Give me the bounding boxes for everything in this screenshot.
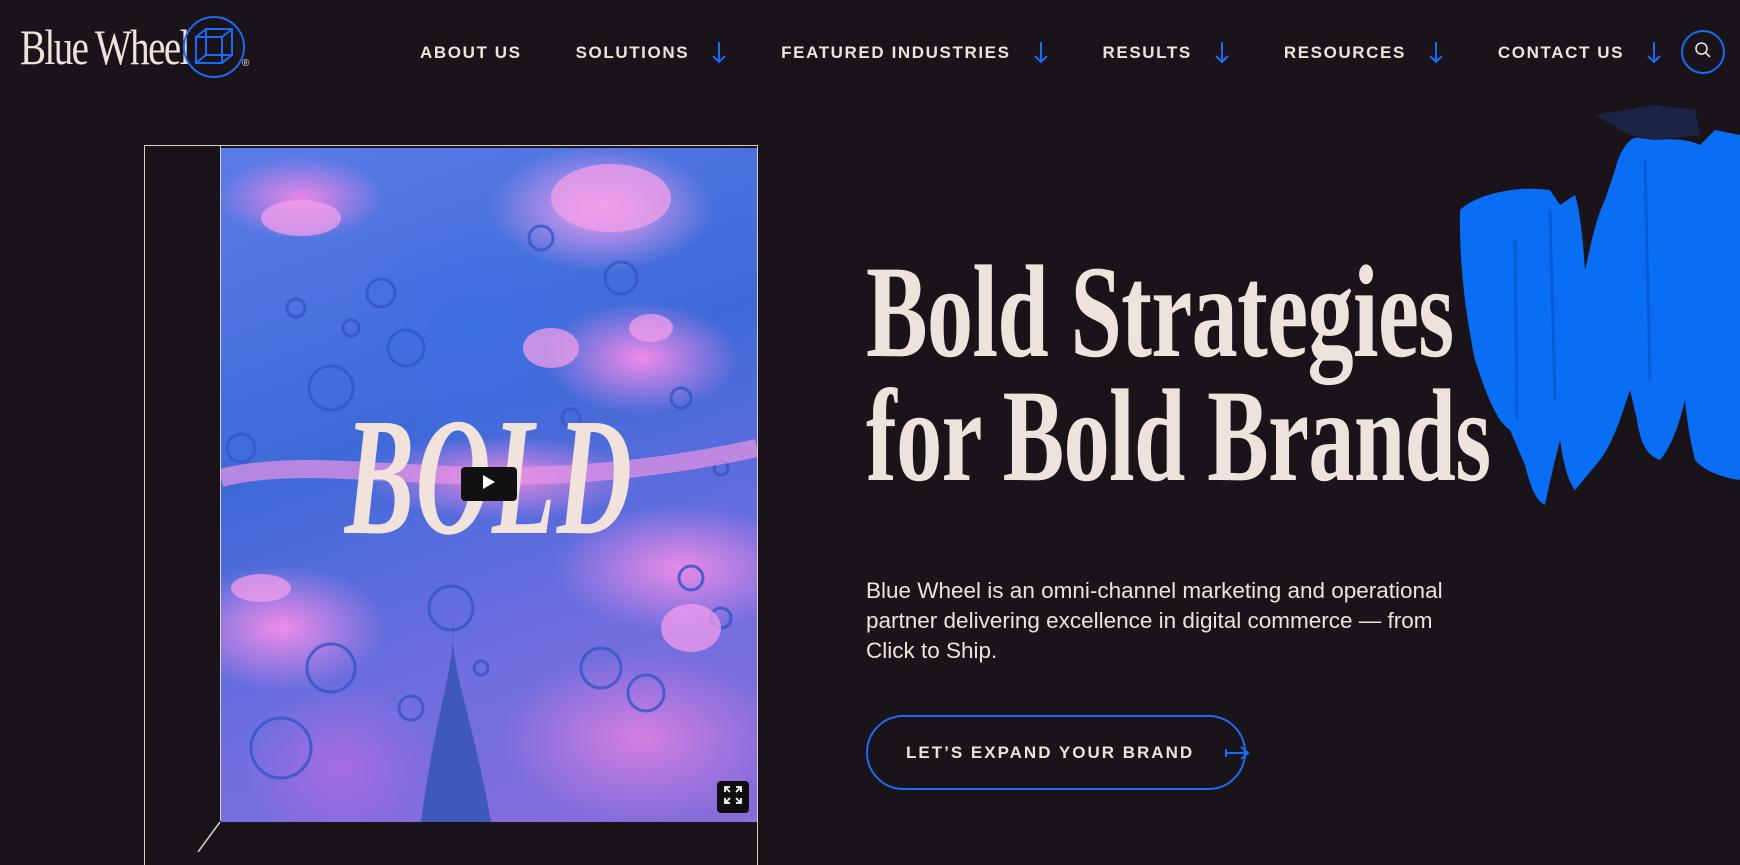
play-icon <box>482 474 496 495</box>
hero-title-line-1: Bold Strategies <box>866 238 1454 385</box>
nav-item-label: ABOUT US <box>420 43 522 62</box>
search-icon <box>1694 41 1712 64</box>
nav-item-label: SOLUTIONS <box>575 43 690 62</box>
hero-title: Bold Strategies for Bold Brands <box>866 238 1491 509</box>
nav-item-solutions[interactable]: SOLUTIONS <box>576 41 728 65</box>
registered-mark: ® <box>242 58 250 69</box>
arrow-down-icon <box>1428 41 1444 65</box>
arrow-down-icon <box>711 41 727 65</box>
nav-item-contact-us[interactable]: CONTACT US <box>1498 41 1662 65</box>
logo-wordmark: Blue Wheel <box>20 19 190 75</box>
search-button[interactable] <box>1681 30 1725 74</box>
nav-item-results[interactable]: RESULTS <box>1103 41 1230 65</box>
fullscreen-button[interactable] <box>717 781 749 813</box>
cube-logo-icon <box>182 15 246 79</box>
arrow-down-icon <box>1646 41 1662 65</box>
arrow-down-icon <box>1214 41 1230 65</box>
hero-video[interactable]: BOLD <box>221 148 757 822</box>
nav-item-featured-industries[interactable]: FEATURED INDUSTRIES <box>781 41 1048 65</box>
cta-label: LET’S EXPAND YOUR BRAND <box>906 742 1195 762</box>
nav-item-resources[interactable]: RESOURCES <box>1284 41 1444 65</box>
site-header: Blue Wheel ® ABOUT US SOLUTIONS FEATURED… <box>0 0 1740 106</box>
play-button[interactable] <box>461 467 517 501</box>
nav-item-label: FEATURED INDUSTRIES <box>781 43 1011 62</box>
nav-item-about-us[interactable]: ABOUT US <box>420 43 522 63</box>
main-nav: ABOUT US SOLUTIONS FEATURED INDUSTRIES R… <box>420 0 1662 106</box>
logo-link[interactable]: Blue Wheel <box>20 14 246 80</box>
fullscreen-icon <box>724 785 742 809</box>
hero-title-line-2: for Bold Brands <box>866 362 1491 509</box>
nav-item-label: RESULTS <box>1102 43 1192 62</box>
hero-description: Blue Wheel is an omni-channel marketing … <box>866 578 1443 663</box>
expand-brand-button[interactable]: LET’S EXPAND YOUR BRAND <box>866 715 1250 790</box>
nav-item-label: RESOURCES <box>1283 43 1406 62</box>
arrow-down-icon <box>1033 41 1049 65</box>
arrow-right-icon <box>1224 744 1252 762</box>
blue-brush-stroke-decoration <box>1459 105 1740 505</box>
frame-corner-line <box>197 822 221 852</box>
nav-item-label: CONTACT US <box>1497 43 1625 62</box>
